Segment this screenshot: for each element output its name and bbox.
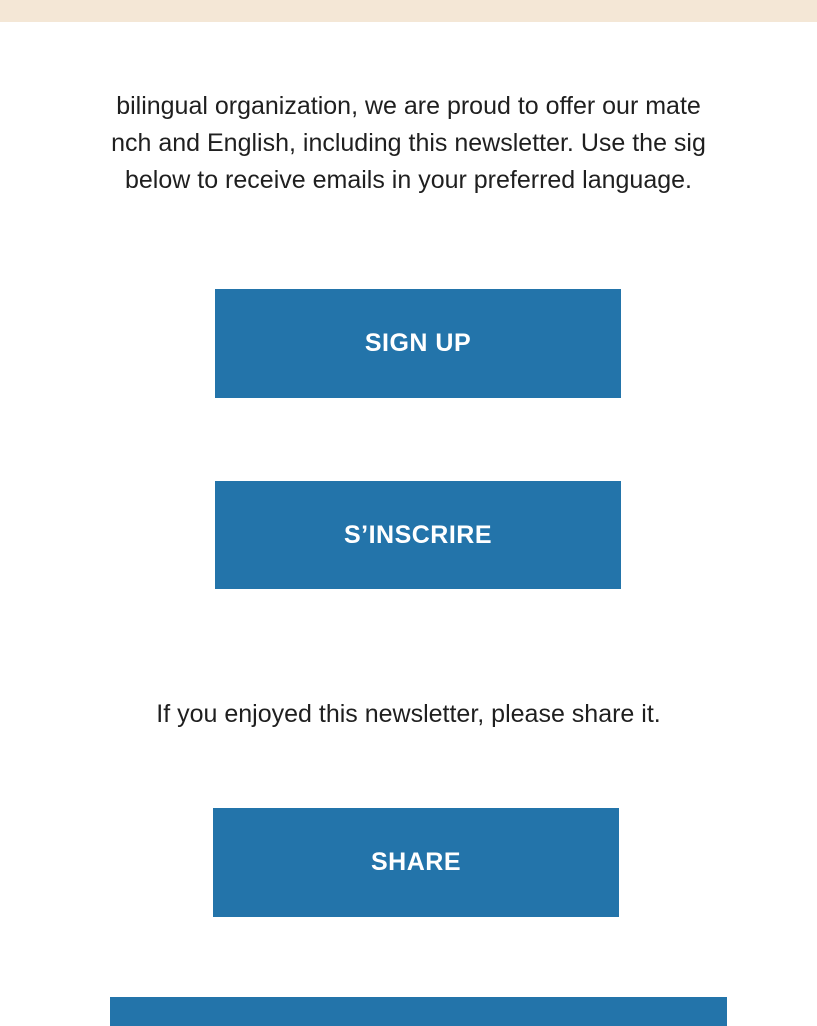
bottom-button[interactable] (110, 997, 727, 1026)
share-prompt-text: If you enjoyed this newsletter, please s… (156, 700, 661, 728)
sign-up-button[interactable]: SIGN UP (215, 289, 621, 398)
share-button[interactable]: SHARE (213, 808, 619, 917)
sign-up-button-label: SIGN UP (364, 329, 472, 357)
intro-line-1: bilingual organization, we are proud to … (116, 92, 701, 120)
intro-paragraph: bilingual organization, we are proud to … (0, 88, 817, 199)
intro-line-3: below to receive emails in your preferre… (125, 166, 692, 194)
share-button-label: SHARE (370, 848, 461, 876)
top-band (0, 0, 817, 22)
intro-line-2: nch and English, including this newslett… (111, 129, 706, 157)
sinscrire-button[interactable]: S’INSCRIRE (215, 481, 621, 589)
sinscrire-button-label: S’INSCRIRE (343, 520, 493, 549)
